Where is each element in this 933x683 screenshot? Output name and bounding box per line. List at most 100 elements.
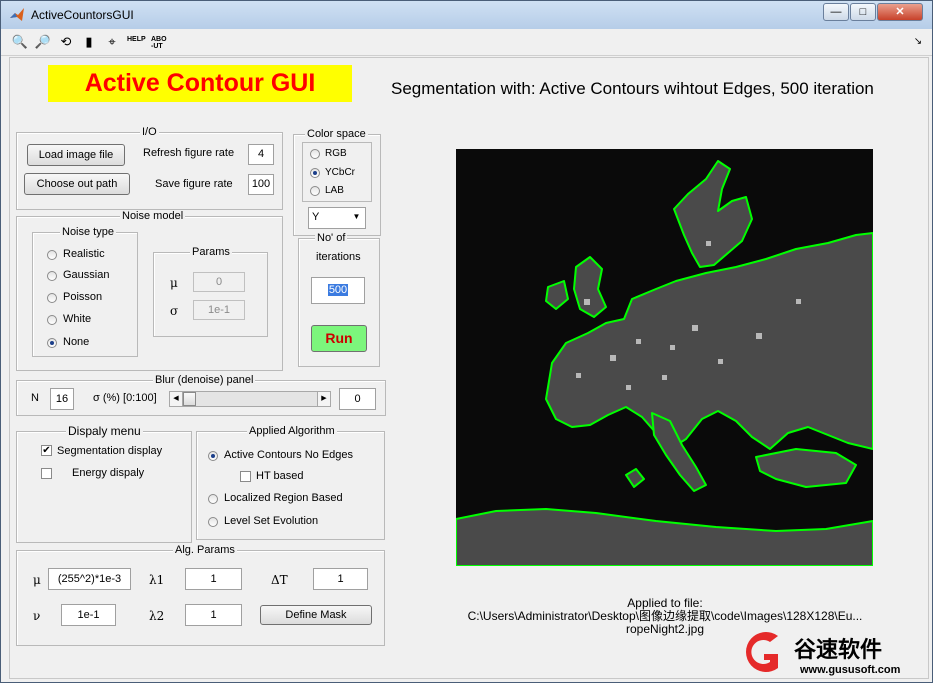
white-radio[interactable] bbox=[47, 315, 57, 325]
noise-sigma-symbol: σ bbox=[170, 304, 179, 318]
lab-label: LAB bbox=[325, 185, 344, 196]
help-icon[interactable]: HELP bbox=[127, 36, 146, 43]
slider-thumb[interactable] bbox=[183, 392, 196, 406]
rgb-label: RGB bbox=[325, 148, 347, 159]
chevron-down-icon[interactable]: ▼ bbox=[350, 210, 363, 224]
iterations-input[interactable]: 500 bbox=[311, 277, 365, 304]
about-icon[interactable]: ABO-UT bbox=[151, 36, 167, 50]
toolbar: 🔍 🔎 ⟲ ▮ ⌖ HELP ABO-UT ↘ bbox=[1, 29, 932, 56]
watermark-logo-icon bbox=[746, 632, 778, 672]
maximize-button[interactable]: □ bbox=[850, 3, 876, 21]
blur-sigma-slider[interactable]: ◀ ▶ bbox=[169, 391, 331, 407]
title-bar[interactable]: ActiveCountorsGUI — □ ✕ bbox=[1, 1, 932, 29]
display-menu-panel: Dispaly menu ✔ Segmentation display Ener… bbox=[16, 425, 192, 543]
contour-turkey bbox=[755, 448, 857, 488]
blur-n-label: N bbox=[31, 392, 39, 404]
gaussian-radio[interactable] bbox=[47, 271, 57, 281]
blur-n-input[interactable]: 16 bbox=[50, 388, 74, 410]
blur-panel-title: Blur (denoise) panel bbox=[153, 374, 256, 386]
none-label: None bbox=[63, 336, 90, 348]
applied-algorithm-title: Applied Algorithm bbox=[247, 425, 337, 437]
data-cursor-icon[interactable]: ⌖ bbox=[103, 34, 121, 50]
save-rate-label: Save figure rate bbox=[155, 178, 233, 190]
slider-right-arrow-icon[interactable]: ▶ bbox=[317, 392, 330, 406]
watermark: 谷速软件 www.gususoft.com bbox=[736, 628, 926, 678]
realistic-radio[interactable] bbox=[47, 250, 57, 260]
blur-panel: Blur (denoise) panel N 16 σ (%) [0:100] … bbox=[16, 374, 386, 416]
save-rate-input[interactable]: 100 bbox=[248, 174, 274, 195]
segmentation-display-label: Segmentation display bbox=[57, 445, 163, 457]
rgb-radio[interactable] bbox=[310, 149, 320, 159]
ycbcr-radio[interactable] bbox=[310, 168, 320, 178]
define-mask-button[interactable]: Define Mask bbox=[260, 605, 372, 625]
run-button[interactable]: Run bbox=[311, 325, 367, 352]
level-set-label: Level Set Evolution bbox=[224, 515, 319, 527]
iterations-value: 500 bbox=[327, 284, 349, 296]
gaussian-label: Gaussian bbox=[63, 269, 110, 281]
app-title-banner: Active Contour GUI bbox=[48, 65, 352, 102]
noise-sigma-input[interactable]: 1e-1 bbox=[193, 300, 245, 320]
ht-based-label: HT based bbox=[256, 470, 304, 482]
alg-params-panel: Alg. Params μ (255^2)*1e-3 λ1 1 ΔT 1 ν 1… bbox=[16, 544, 385, 646]
zoom-out-icon[interactable]: 🔎 bbox=[34, 34, 52, 50]
level-set-radio[interactable] bbox=[208, 517, 218, 527]
localized-region-radio[interactable] bbox=[208, 494, 218, 504]
color-space-title: Color space bbox=[305, 128, 368, 140]
lab-radio[interactable] bbox=[310, 186, 320, 196]
app-window: ActiveCountorsGUI — □ ✕ 🔍 🔎 ⟲ ▮ ⌖ HELP A… bbox=[0, 0, 933, 683]
lambda2-symbol: λ2 bbox=[149, 609, 165, 623]
iterations-label-line2: iterations bbox=[316, 251, 361, 263]
blur-sigma-label: σ (%) [0:100] bbox=[93, 392, 157, 404]
minimize-button[interactable]: — bbox=[823, 3, 849, 21]
refresh-rate-input[interactable]: 4 bbox=[248, 144, 274, 165]
io-panel-title: I/O bbox=[140, 126, 159, 138]
window-title: ActiveCountorsGUI bbox=[31, 8, 134, 22]
applied-algorithm-panel: Applied Algorithm Active Contours No Edg… bbox=[196, 425, 385, 540]
nu-input[interactable]: 1e-1 bbox=[61, 604, 116, 626]
none-radio[interactable] bbox=[47, 338, 57, 348]
slider-left-arrow-icon[interactable]: ◀ bbox=[170, 392, 183, 406]
contour-uk bbox=[573, 256, 607, 318]
rotate-icon[interactable]: ⟲ bbox=[57, 34, 75, 50]
figure-area: Active Contour GUI Segmentation with: Ac… bbox=[9, 57, 929, 679]
contour-africa bbox=[456, 508, 873, 566]
white-label: White bbox=[63, 313, 92, 325]
alg-mu-symbol: μ bbox=[33, 573, 41, 587]
poisson-label: Poisson bbox=[63, 291, 103, 303]
iterations-label-line1: No' of bbox=[315, 232, 348, 244]
energy-display-label: Energy dispaly bbox=[72, 467, 145, 479]
acwe-radio[interactable] bbox=[208, 451, 218, 461]
realistic-label: Realistic bbox=[63, 248, 105, 260]
blur-sigma-input[interactable]: 0 bbox=[339, 388, 376, 410]
dock-arrow-icon[interactable]: ↘ bbox=[909, 34, 927, 50]
color-space-panel: Color space RGB YCbCr LAB Y ▼ bbox=[293, 128, 381, 236]
close-button[interactable]: ✕ bbox=[877, 3, 923, 21]
contour-ireland bbox=[545, 280, 569, 310]
lambda1-input[interactable]: 1 bbox=[185, 568, 242, 590]
iterations-panel: No' of iterations 500 Run bbox=[298, 232, 380, 367]
delta-t-symbol: ΔT bbox=[271, 573, 288, 587]
colorbar-icon[interactable]: ▮ bbox=[80, 34, 98, 50]
zoom-in-icon[interactable]: 🔍 bbox=[11, 34, 29, 50]
segmentation-display-checkbox[interactable]: ✔ bbox=[41, 445, 52, 456]
choose-out-path-button[interactable]: Choose out path bbox=[24, 173, 130, 195]
ht-based-checkbox[interactable] bbox=[240, 471, 251, 482]
poisson-radio[interactable] bbox=[47, 293, 57, 303]
contour-scandinavia bbox=[673, 160, 753, 268]
channel-select[interactable]: Y ▼ bbox=[308, 207, 366, 229]
segmentation-caption: Segmentation with: Active Contours wihto… bbox=[391, 79, 874, 98]
delta-t-input[interactable]: 1 bbox=[313, 568, 368, 590]
load-image-button[interactable]: Load image file bbox=[27, 144, 125, 166]
noise-mu-input[interactable]: 0 bbox=[193, 272, 245, 292]
alg-mu-input[interactable]: (255^2)*1e-3 bbox=[48, 568, 131, 590]
display-menu-title: Dispaly menu bbox=[66, 424, 143, 438]
lambda2-input[interactable]: 1 bbox=[185, 604, 242, 626]
segmentation-image[interactable] bbox=[456, 149, 873, 566]
image-canvas bbox=[456, 160, 873, 566]
channel-select-value: Y bbox=[312, 211, 320, 223]
noise-model-title: Noise model bbox=[120, 210, 186, 222]
noise-type-title: Noise type bbox=[60, 226, 116, 238]
contour-islands bbox=[625, 468, 645, 488]
alg-params-title: Alg. Params bbox=[173, 544, 237, 556]
energy-display-checkbox[interactable] bbox=[41, 468, 52, 479]
